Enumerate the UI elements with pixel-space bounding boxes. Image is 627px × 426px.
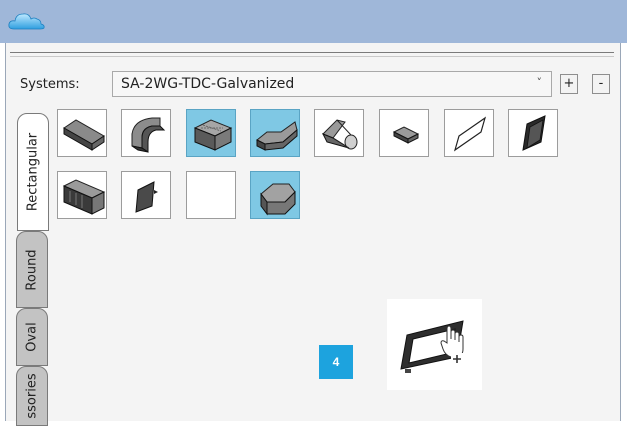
cloud-icon <box>8 13 45 30</box>
access-door-icon <box>400 320 464 373</box>
systems-selected-value: SA-2WG-TDC-Galvanized <box>121 76 295 92</box>
square-to-round-icon <box>321 119 358 150</box>
chevron-down-icon: ˅ <box>536 76 543 89</box>
straight-duct-icon <box>63 119 105 151</box>
divider <box>10 56 614 57</box>
divider <box>10 52 614 53</box>
tab-label: Round <box>24 248 40 291</box>
elbow-icon <box>131 117 166 153</box>
tab-label: ssories <box>24 373 40 419</box>
access-door-preview-tooltip <box>387 299 482 390</box>
tab-label: Oval <box>24 322 40 352</box>
tab-accessories[interactable]: ssories <box>16 366 48 426</box>
tab-oval[interactable]: Oval <box>16 308 48 366</box>
fitting-offset[interactable] <box>250 171 300 219</box>
fitting-register[interactable] <box>379 109 429 157</box>
fitting-empty[interactable] <box>186 171 236 219</box>
tab-round[interactable]: Round <box>16 231 48 308</box>
fitting-elbow[interactable] <box>121 109 171 157</box>
access-door-icon <box>522 115 546 151</box>
systems-dropdown[interactable]: SA-2WG-TDC-Galvanized ˅ <box>112 71 552 97</box>
fitting-grille-box[interactable] <box>186 109 236 157</box>
lined-duct-icon <box>62 179 106 215</box>
fitting-damper[interactable] <box>121 171 171 219</box>
category-tabs: Rectangular Round Oval ssories <box>14 113 52 426</box>
step-badge: 4 <box>319 345 353 379</box>
register-icon <box>392 126 420 144</box>
systems-label: Systems: <box>20 77 80 92</box>
fitting-straight-duct[interactable] <box>57 109 107 157</box>
grille-box-icon <box>193 119 233 151</box>
fitting-flat-plate[interactable] <box>444 109 494 157</box>
tab-rectangular[interactable]: Rectangular <box>17 113 49 231</box>
flat-plate-icon <box>453 116 487 152</box>
damper-icon <box>135 181 158 213</box>
fitting-access-door[interactable] <box>508 109 558 157</box>
fitting-lined-duct[interactable] <box>57 171 107 219</box>
offset-icon <box>260 183 296 216</box>
title-bar <box>0 0 627 43</box>
fitting-transition[interactable] <box>250 109 300 157</box>
remove-system-button[interactable]: - <box>592 74 610 94</box>
tab-label: Rectangular <box>25 132 41 212</box>
fitting-square-to-round[interactable] <box>314 109 364 157</box>
add-system-button[interactable]: + <box>560 74 578 94</box>
transition-icon <box>256 121 298 151</box>
